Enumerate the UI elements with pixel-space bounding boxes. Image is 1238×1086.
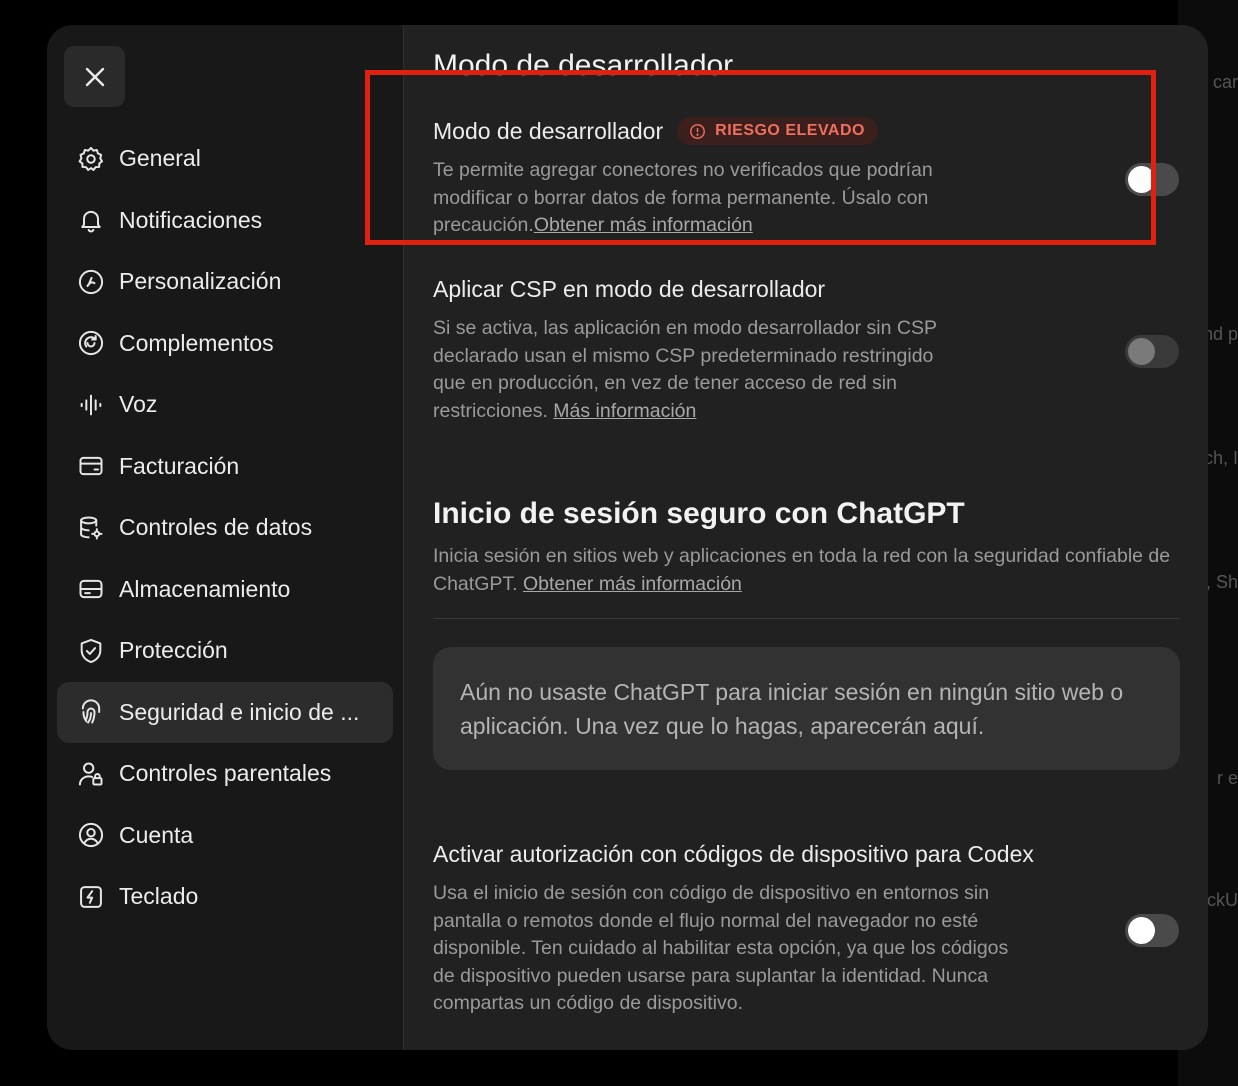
device-codes-toggle[interactable] bbox=[1125, 914, 1179, 947]
keyboard-bolt-icon bbox=[76, 882, 106, 912]
sidebar-item-billing[interactable]: Facturación bbox=[57, 436, 393, 498]
sidebar-item-voice[interactable]: Voz bbox=[57, 374, 393, 436]
sidebar-item-label: Controles parentales bbox=[119, 760, 332, 787]
developer-mode-title: Modo de desarrollador bbox=[433, 117, 664, 144]
csp-title: Aplicar CSP en modo de desarrollador bbox=[433, 276, 826, 302]
device-codes-setting: Activar autorización con códigos de disp… bbox=[433, 841, 1181, 1018]
background-text: , Sh bbox=[1205, 572, 1238, 592]
voice-waveform-icon bbox=[76, 390, 106, 420]
toggle-knob bbox=[1128, 338, 1155, 365]
sidebar-item-keyboard[interactable]: Teclado bbox=[57, 866, 393, 928]
warning-icon bbox=[690, 123, 706, 139]
sidebar-item-label: Teclado bbox=[119, 883, 199, 910]
csp-toggle[interactable] bbox=[1125, 335, 1179, 368]
sidebar-item-notifications[interactable]: Notificaciones bbox=[57, 190, 393, 252]
page-title: Modo de desarrollador bbox=[433, 49, 734, 82]
developer-mode-learn-more-link[interactable]: Obtener más información bbox=[534, 214, 753, 236]
settings-content: Modo de desarrollador Modo de desarrolla… bbox=[404, 25, 1208, 1050]
toggle-knob bbox=[1128, 166, 1155, 193]
device-codes-description: Usa el inicio de sesión con código de di… bbox=[433, 882, 1009, 1014]
bell-icon bbox=[76, 205, 106, 235]
sidebar-item-label: Facturación bbox=[119, 452, 240, 479]
plugins-icon bbox=[76, 328, 106, 358]
sidebar-item-parental-controls[interactable]: Controles parentales bbox=[57, 743, 393, 805]
sidebar-item-label: Voz bbox=[119, 391, 158, 418]
background-text: ckU bbox=[1207, 890, 1238, 910]
sidebar-item-label: Protección bbox=[119, 637, 228, 664]
developer-mode-toggle[interactable] bbox=[1125, 163, 1179, 196]
sidebar-item-security[interactable]: Seguridad e inicio de ... bbox=[57, 681, 393, 743]
sidebar-item-storage[interactable]: Almacenamiento bbox=[57, 559, 393, 621]
csp-setting: Aplicar CSP en modo de desarrollador Si … bbox=[433, 276, 1181, 425]
risk-badge: RIESGO ELEVADO bbox=[677, 117, 878, 145]
settings-modal: General Notificaciones Personalización C… bbox=[47, 25, 1208, 1050]
settings-sidebar: General Notificaciones Personalización C… bbox=[47, 25, 404, 1050]
settings-nav: General Notificaciones Personalización C… bbox=[57, 128, 393, 928]
sidebar-item-general[interactable]: General bbox=[57, 128, 393, 190]
developer-mode-setting: Modo de desarrollador RIESGO ELEVADO Te … bbox=[433, 117, 1181, 240]
sidebar-item-label: Notificaciones bbox=[119, 206, 263, 233]
sidebar-item-plugins[interactable]: Complementos bbox=[57, 313, 393, 375]
device-codes-title: Activar autorización con códigos de disp… bbox=[433, 841, 1034, 867]
sidebar-item-label: Complementos bbox=[119, 329, 274, 356]
sidebar-item-label: Controles de datos bbox=[119, 514, 313, 541]
credit-card-icon bbox=[76, 451, 106, 481]
csp-learn-more-link[interactable]: Más información bbox=[553, 400, 696, 422]
secure-login-description-block: Inicia sesión en sitios web y aplicacion… bbox=[433, 543, 1181, 598]
sidebar-item-protection[interactable]: Protección bbox=[57, 620, 393, 682]
sidebar-item-label: Personalización bbox=[119, 268, 282, 295]
parental-user-lock-icon bbox=[76, 759, 106, 789]
fingerprint-icon bbox=[76, 697, 106, 727]
background-text: ch, I bbox=[1203, 448, 1238, 468]
toggle-knob bbox=[1128, 917, 1155, 944]
sidebar-item-data-controls[interactable]: Controles de datos bbox=[57, 497, 393, 559]
secure-login-title: Inicio de sesión seguro con ChatGPT bbox=[433, 497, 965, 530]
gear-icon bbox=[76, 144, 106, 174]
secure-login-learn-more-link[interactable]: Obtener más información bbox=[523, 573, 742, 595]
background-text: r e bbox=[1216, 768, 1238, 788]
sidebar-item-label: Seguridad e inicio de ... bbox=[119, 698, 360, 725]
background-text: nd p bbox=[1202, 324, 1238, 344]
secure-login-empty-state: Aún no usaste ChatGPT para iniciar sesió… bbox=[433, 647, 1180, 770]
background-text: car bbox=[1212, 72, 1238, 92]
shield-check-icon bbox=[76, 636, 106, 666]
storage-drive-icon bbox=[76, 574, 106, 604]
sidebar-item-label: General bbox=[119, 145, 201, 172]
database-gear-icon bbox=[76, 513, 106, 543]
sidebar-item-account[interactable]: Cuenta bbox=[57, 805, 393, 867]
sidebar-item-label: Cuenta bbox=[119, 821, 194, 848]
risk-badge-label: RIESGO ELEVADO bbox=[715, 122, 865, 139]
sidebar-item-label: Almacenamiento bbox=[119, 575, 291, 602]
close-button[interactable] bbox=[64, 46, 125, 107]
personalization-icon bbox=[76, 267, 106, 297]
user-circle-icon bbox=[76, 820, 106, 850]
sidebar-item-personalization[interactable]: Personalización bbox=[57, 251, 393, 313]
divider bbox=[433, 618, 1180, 619]
close-icon bbox=[85, 67, 104, 86]
